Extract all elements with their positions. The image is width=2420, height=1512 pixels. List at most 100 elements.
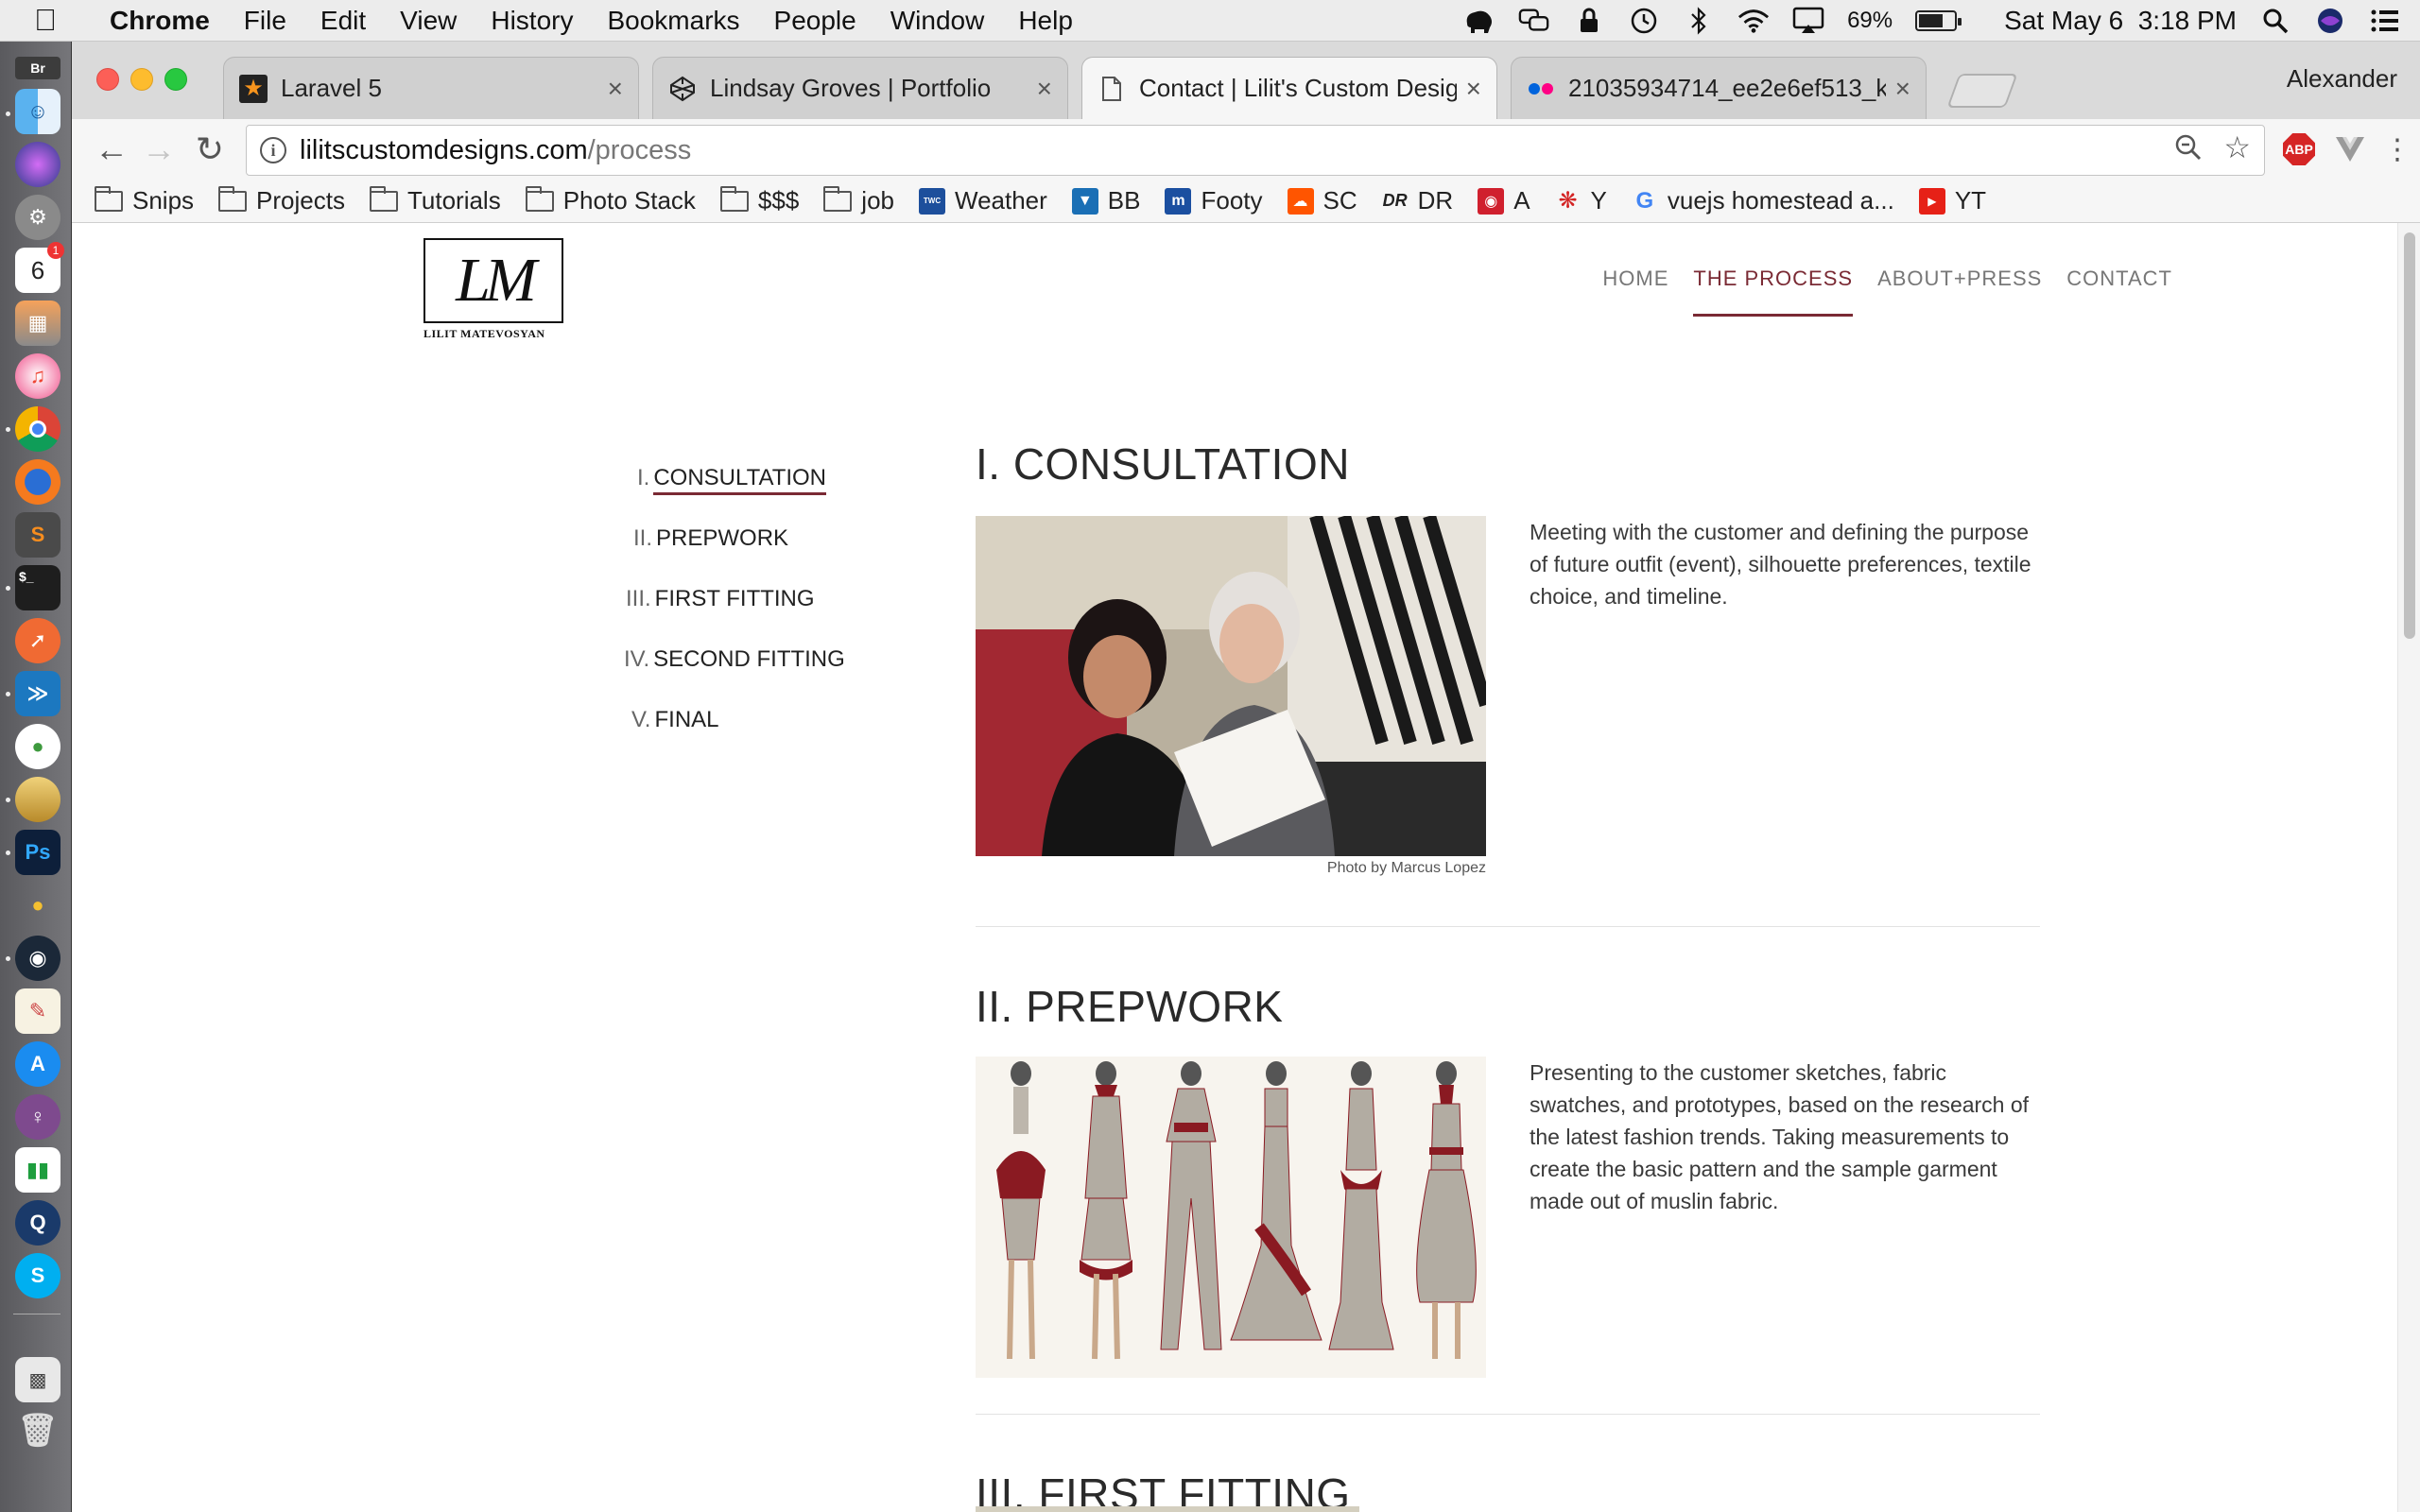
menu-window[interactable]: Window	[890, 6, 985, 36]
airplay-icon[interactable]	[1792, 5, 1824, 37]
close-tab-icon[interactable]: ×	[608, 74, 623, 104]
bookmark-footy[interactable]: m Footy	[1165, 186, 1263, 215]
firefox-icon[interactable]	[15, 459, 60, 505]
adblock-plus-icon[interactable]: ABP	[2280, 130, 2318, 168]
bookmark-folder-tutorials[interactable]: Tutorials	[369, 185, 501, 215]
menu-people[interactable]: People	[774, 6, 856, 36]
close-tab-icon[interactable]: ×	[1037, 74, 1052, 104]
evernote-elephant-icon[interactable]	[1463, 5, 1495, 37]
siri-icon[interactable]	[2314, 5, 2346, 37]
sublime-text-icon[interactable]: S	[15, 512, 60, 558]
scrollbar-thumb[interactable]	[2404, 232, 2415, 639]
bookmark-yelp[interactable]: ❋ Y	[1555, 186, 1607, 215]
trash-icon[interactable]: 🗑	[15, 1408, 60, 1453]
downloads-stack-icon[interactable]: ▩	[15, 1357, 60, 1402]
bookmark-folder-projects[interactable]: Projects	[218, 185, 345, 215]
skype-icon[interactable]: S	[15, 1253, 60, 1298]
menu-app-name[interactable]: Chrome	[110, 6, 210, 36]
calculator-icon[interactable]: ▦	[15, 301, 60, 346]
finder-icon[interactable]: ☺	[15, 89, 60, 134]
side-nav-consultation[interactable]: I. CONSULTATION	[637, 465, 827, 495]
profile-name[interactable]: Alexander	[2287, 64, 2397, 94]
bookmark-folder-money[interactable]: $$$	[719, 185, 799, 215]
tab-portfolio[interactable]: Lindsay Groves | Portfolio ×	[652, 57, 1068, 119]
numbers-icon[interactable]: ▮▮	[15, 1147, 60, 1193]
quicktime-icon[interactable]: Q	[15, 1200, 60, 1246]
nav-about-press[interactable]: ABOUT+PRESS	[1877, 266, 2042, 317]
tab-flickr-image[interactable]: 21035934714_ee2e6ef513_k ×	[1511, 57, 1927, 119]
siri-dock-icon[interactable]	[15, 142, 60, 187]
bookmark-bb[interactable]: ▼ BB	[1071, 186, 1140, 215]
reload-icon[interactable]: ↻	[189, 129, 231, 170]
site-nav: HOME THE PROCESS ABOUT+PRESS CONTACT	[1578, 266, 2172, 317]
steam-icon[interactable]: ◉	[15, 936, 60, 981]
terminal-icon[interactable]: $_	[15, 565, 60, 610]
bookmark-label: SC	[1322, 186, 1357, 215]
vue-devtools-icon[interactable]	[2331, 130, 2369, 168]
itunes-icon[interactable]: ♫	[15, 353, 60, 399]
site-logo[interactable]: LM LILIT MATEVOSYAN	[424, 238, 565, 342]
close-window-button[interactable]	[96, 68, 119, 91]
nav-the-process[interactable]: THE PROCESS	[1693, 266, 1854, 317]
lock-icon[interactable]	[1573, 5, 1605, 37]
menu-edit[interactable]: Edit	[320, 6, 366, 36]
system-preferences-icon[interactable]: ⚙	[15, 195, 60, 240]
notification-center-icon[interactable]	[2369, 5, 2401, 37]
page-scrollbar[interactable]	[2397, 223, 2420, 1512]
side-nav-final[interactable]: V. FINAL	[631, 707, 719, 733]
tab-laravel[interactable]: ★ Laravel 5 ×	[223, 57, 639, 119]
bookmark-google-search[interactable]: Gvuejs homestead a...	[1632, 186, 1894, 215]
tor-browser-icon[interactable]: ♀	[15, 1094, 60, 1140]
battery-icon[interactable]	[1915, 10, 1962, 31]
side-nav-first-fitting[interactable]: III. FIRST FITTING	[626, 586, 815, 612]
menu-bookmarks[interactable]: Bookmarks	[607, 6, 739, 36]
chrome-menu-icon[interactable]: ⋮	[2378, 130, 2416, 168]
side-nav-second-fitting[interactable]: IV. SECOND FITTING	[624, 646, 845, 673]
bookmark-youtube[interactable]: ▶ YT	[1918, 186, 1986, 215]
address-bar[interactable]: i lilitscustomdesigns.com/process ☆	[246, 125, 2265, 176]
bookmark-folder-job[interactable]: job	[823, 185, 894, 215]
spotlight-search-icon[interactable]	[2259, 5, 2291, 37]
tab-contact-active[interactable]: Contact | Lilit's Custom Design ×	[1081, 57, 1497, 119]
forward-arrow-icon[interactable]: →	[138, 129, 180, 170]
zoom-icon[interactable]	[2174, 133, 2203, 169]
bookmark-soundcloud[interactable]: ☁ SC	[1287, 186, 1357, 215]
postman-icon[interactable]: ➚	[15, 618, 60, 663]
menubar-clock[interactable]: Sat May 6 3:18 PM	[2004, 6, 2237, 36]
textedit-icon[interactable]: ✎	[15, 988, 60, 1034]
bookmark-folder-photo-stack[interactable]: Photo Stack	[525, 185, 696, 215]
bookmark-label: Y	[1590, 186, 1607, 215]
bookmark-dr[interactable]: DR DR	[1382, 186, 1454, 215]
new-tab-button[interactable]	[1946, 74, 2018, 108]
apple-menu-icon[interactable]: 	[34, 3, 72, 38]
mongodb-compass-icon[interactable]: ●	[15, 724, 60, 769]
sequel-pro-icon[interactable]	[15, 777, 60, 822]
bookmark-a[interactable]: ◉ A	[1478, 186, 1530, 215]
bookmark-folder-snips[interactable]: Snips	[95, 185, 194, 215]
wifi-icon[interactable]	[1737, 5, 1770, 37]
maximize-window-button[interactable]	[164, 68, 187, 91]
nav-home[interactable]: HOME	[1602, 266, 1668, 317]
app-store-icon[interactable]: A	[15, 1041, 60, 1087]
menu-history[interactable]: History	[491, 6, 573, 36]
side-nav-prepwork[interactable]: II. PREPWORK	[633, 525, 788, 552]
minimize-window-button[interactable]	[130, 68, 153, 91]
messages-dock-icon[interactable]: ●	[15, 883, 60, 928]
nav-contact[interactable]: CONTACT	[2066, 266, 2172, 317]
bookmark-weather[interactable]: TWC Weather	[919, 186, 1047, 215]
bluetooth-icon[interactable]	[1683, 5, 1715, 37]
photoshop-icon[interactable]: Ps	[15, 830, 60, 875]
chrome-dock-icon[interactable]	[15, 406, 60, 452]
menu-view[interactable]: View	[400, 6, 457, 36]
site-info-icon[interactable]: i	[260, 137, 286, 163]
time-machine-icon[interactable]	[1628, 5, 1660, 37]
menu-file[interactable]: File	[244, 6, 286, 36]
bookmark-star-icon[interactable]: ☆	[2223, 132, 2251, 169]
vscode-icon[interactable]: ≫	[15, 671, 60, 716]
close-tab-icon[interactable]: ×	[1466, 74, 1481, 104]
close-tab-icon[interactable]: ×	[1895, 74, 1910, 104]
bridge-app-icon[interactable]: Br	[15, 57, 60, 79]
messages-icon[interactable]	[1518, 5, 1550, 37]
menu-help[interactable]: Help	[1018, 6, 1073, 36]
back-arrow-icon[interactable]: ←	[91, 129, 132, 170]
